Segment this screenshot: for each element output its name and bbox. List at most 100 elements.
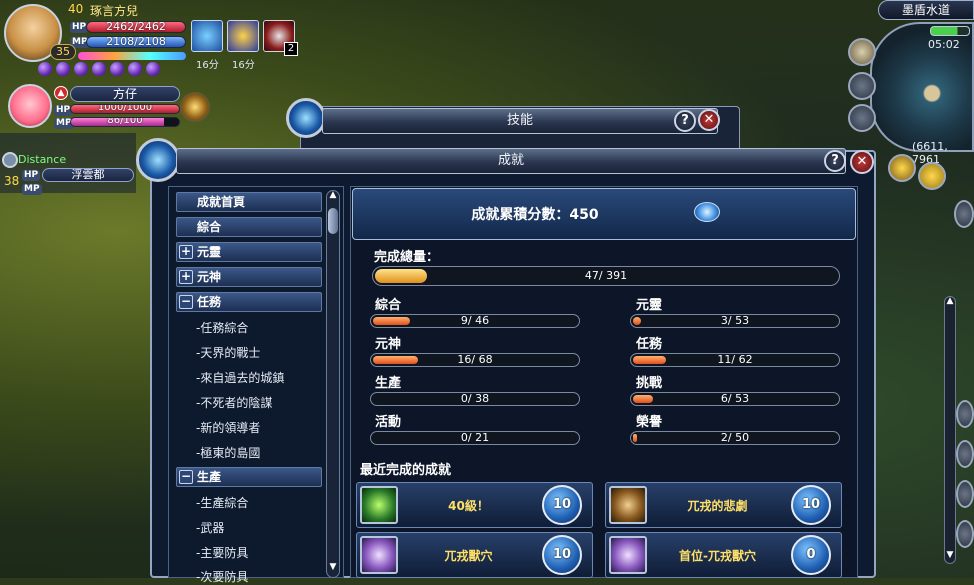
player-level: 40 <box>68 2 84 16</box>
pet-gear-icon[interactable] <box>180 92 210 122</box>
level-40-icon <box>360 486 398 524</box>
category-progress-bar: 11/ 62 <box>630 353 840 367</box>
player-level-badge: 35 <box>50 44 76 60</box>
party-distance: Distance <box>18 153 67 166</box>
nav-production[interactable]: − 生產 <box>176 467 322 487</box>
buff-stack-count: 2 <box>284 42 298 56</box>
figure-icon[interactable] <box>918 162 946 190</box>
pet-alert-icon: ▲ <box>54 86 68 100</box>
crystal-icon <box>609 536 647 574</box>
nav-sub-item[interactable]: -次要防具 <box>196 568 248 585</box>
nav-scrollbar[interactable] <box>326 190 340 578</box>
recent-achievement-card[interactable]: 首位-兀戎獸穴 0 <box>605 532 842 578</box>
nav-quest[interactable]: − 任務 <box>176 292 322 312</box>
collapse-icon[interactable]: − <box>179 295 193 309</box>
nav-sub-item[interactable]: -新的領導者 <box>196 419 260 436</box>
nav-sub-item[interactable]: -極東的島國 <box>196 444 260 461</box>
nav-sub-item[interactable]: -武器 <box>196 519 224 536</box>
buff-shield-icon[interactable] <box>227 20 259 52</box>
nav-sub-item[interactable]: -生產綜合 <box>196 494 248 511</box>
nav-sub-item[interactable]: -任務綜合 <box>196 319 248 336</box>
player-name: 琢言方兒 <box>90 4 139 18</box>
mask-icon[interactable] <box>888 154 916 182</box>
quest-scroll-up-icon[interactable]: ▲ <box>944 296 956 308</box>
points-medal: 10 <box>791 485 831 525</box>
nav-scroll-up-icon[interactable]: ▲ <box>326 190 340 204</box>
category-progress-bar: 0/ 21 <box>370 431 580 445</box>
party-portrait[interactable] <box>2 152 18 168</box>
side-menu-icon[interactable] <box>956 440 974 468</box>
nav-deity[interactable]: + 元神 <box>176 267 322 287</box>
nav-sub-item[interactable]: -天界的戰士 <box>196 344 260 361</box>
points-medal: 0 <box>791 535 831 575</box>
expand-icon[interactable]: + <box>179 270 193 284</box>
skill-close-button[interactable]: ✕ <box>698 109 720 131</box>
skill-window-orb-icon <box>286 98 326 138</box>
skill-window-title[interactable]: 技能 <box>322 108 718 134</box>
side-menu-icon[interactable] <box>954 200 974 228</box>
pet-hp-bar: 1000/1000 <box>70 104 180 114</box>
nav-scroll-down-icon[interactable]: ▼ <box>326 562 340 576</box>
quest-tracker-scroll[interactable] <box>944 296 956 564</box>
points-medal: 10 <box>542 485 582 525</box>
compass-icon[interactable] <box>848 72 876 100</box>
party-hp-tag: HP <box>22 170 41 181</box>
shop-icon[interactable] <box>848 38 876 66</box>
achievement-help-button[interactable]: ? <box>824 150 846 172</box>
recent-achievements-label: 最近完成的成就 <box>360 463 452 478</box>
category-label: 任務 <box>636 337 663 352</box>
tower-icon[interactable] <box>848 104 876 132</box>
map-coordinates: (6611, 7961 <box>912 140 948 166</box>
category-label: 挑戰 <box>636 376 663 391</box>
collapse-icon[interactable]: − <box>179 470 193 484</box>
category-label: 榮譽 <box>636 415 663 430</box>
category-label: 活動 <box>375 415 402 430</box>
side-menu-icon[interactable] <box>956 400 974 428</box>
pet-portrait[interactable] <box>8 84 52 128</box>
achievement-window-orb-icon <box>136 138 180 182</box>
expand-icon[interactable]: + <box>179 245 193 259</box>
skill-orb-icon <box>38 62 52 76</box>
recent-achievement-card[interactable]: 40級！ 10 <box>356 482 593 528</box>
skill-orb-icon <box>146 62 160 76</box>
party-name: 浮雲都 <box>42 168 134 182</box>
category-label: 生產 <box>375 376 402 391</box>
category-label: 元神 <box>375 337 402 352</box>
nav-general[interactable]: 綜合 <box>176 217 322 237</box>
recent-achievement-card[interactable]: 兀戎獸穴 10 <box>356 532 593 578</box>
exp-bar <box>78 52 186 60</box>
overall-progress-bar: 47/ 391 <box>372 266 840 286</box>
nav-sub-item[interactable]: -不死者的陰謀 <box>196 394 272 411</box>
category-label: 綜合 <box>375 298 402 313</box>
skill-orb-icon <box>92 62 106 76</box>
buff-timer: 16分 <box>232 60 255 71</box>
category-label: 元靈 <box>636 298 663 313</box>
player-mp-bar: 2108/2108 <box>86 36 186 48</box>
nav-spirit[interactable]: + 元靈 <box>176 242 322 262</box>
side-menu-icon[interactable] <box>956 520 974 548</box>
nav-home[interactable]: 成就首頁 <box>176 192 322 212</box>
crystal-icon <box>360 536 398 574</box>
nav-sub-item[interactable]: -來自過去的城鎮 <box>196 369 284 386</box>
skill-help-button[interactable]: ? <box>674 110 696 132</box>
buff-timer: 16分 <box>196 60 219 71</box>
location-banner: 墨盾水道 <box>878 0 974 20</box>
party-level: 38 <box>4 174 20 188</box>
player-hp-bar: 2462/2462 <box>86 21 186 33</box>
skill-orb-icon <box>56 62 70 76</box>
side-menu-icon[interactable] <box>956 480 974 508</box>
points-medal: 10 <box>542 535 582 575</box>
nav-sub-item[interactable]: -主要防具 <box>196 544 248 561</box>
quest-scroll-down-icon[interactable]: ▼ <box>944 550 956 562</box>
category-progress-bar: 16/ 68 <box>370 353 580 367</box>
overall-label: 完成總量： <box>374 250 440 265</box>
nav-scroll-thumb[interactable] <box>328 208 338 234</box>
achievement-window-title[interactable]: 成就 <box>176 148 846 174</box>
pet-name: 方仔 <box>70 86 180 102</box>
skill-orb-icon <box>74 62 88 76</box>
game-clock: 05:02 <box>928 38 960 51</box>
category-progress-bar: 0/ 38 <box>370 392 580 406</box>
buff-swirl-icon[interactable] <box>191 20 223 52</box>
recent-achievement-card[interactable]: 兀戎的悲劇 10 <box>605 482 842 528</box>
achievement-close-button[interactable]: ✕ <box>850 150 874 174</box>
